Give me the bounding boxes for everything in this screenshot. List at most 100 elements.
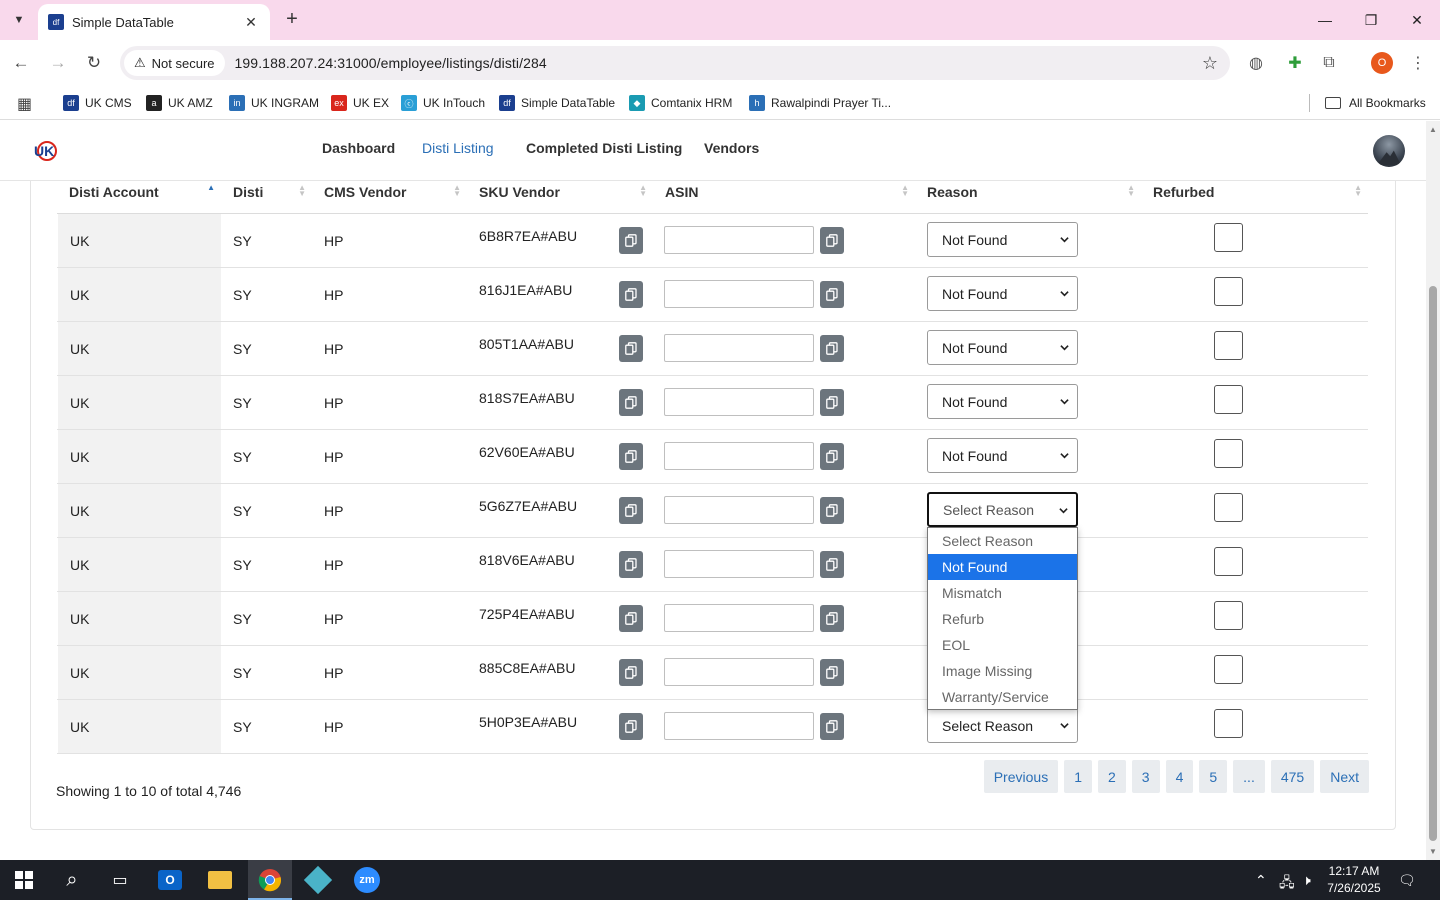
search-icon[interactable]: ⌕ [57, 866, 87, 894]
bookmark-item[interactable]: in UK INGRAM [229, 93, 319, 113]
copy-sku-button[interactable] [619, 227, 643, 254]
copy-asin-button[interactable] [820, 713, 844, 740]
copy-sku-button[interactable] [619, 605, 643, 632]
pagination-page[interactable]: 5 [1199, 760, 1228, 793]
reason-option[interactable]: Warranty/Service [928, 684, 1077, 710]
bookmark-item[interactable]: a UK AMZ [146, 93, 213, 113]
refurbed-checkbox[interactable] [1214, 277, 1243, 306]
new-tab-plus-icon[interactable]: + [280, 8, 304, 32]
forward-arrow-icon[interactable]: → [45, 50, 71, 76]
col-header-refurbed[interactable]: Refurbed ▲ ▼ [1141, 181, 1368, 214]
refurbed-checkbox[interactable] [1214, 547, 1243, 576]
user-avatar[interactable] [1373, 135, 1405, 167]
browser-tab[interactable]: df Simple DataTable ✕ [38, 4, 270, 40]
reload-icon[interactable]: ↻ [81, 50, 107, 76]
url-text[interactable]: 199.188.207.24:31000/employee/listings/d… [235, 55, 547, 71]
refurbed-checkbox[interactable] [1214, 331, 1243, 360]
asin-input[interactable] [664, 442, 814, 470]
reason-select[interactable]: Not Found [927, 384, 1078, 419]
asin-input[interactable] [664, 550, 814, 578]
reason-option[interactable]: Select Reason [928, 528, 1077, 554]
copy-sku-button[interactable] [619, 335, 643, 362]
reason-select[interactable]: Not Found [927, 276, 1078, 311]
network-icon[interactable]: 🖧 [1279, 872, 1295, 896]
reason-option[interactable]: Not Found [928, 554, 1077, 580]
scroll-down-arrow-icon[interactable]: ▼ [1429, 847, 1437, 856]
copy-asin-button[interactable] [820, 389, 844, 416]
zoom-icon[interactable]: zm [352, 866, 382, 894]
back-arrow-icon[interactable]: ← [8, 50, 34, 76]
col-header-asin[interactable]: ASIN ▲ ▼ [653, 181, 915, 214]
apps-grid-icon[interactable]: ▦ [17, 94, 35, 113]
refurbed-checkbox[interactable] [1214, 223, 1243, 252]
system-clock[interactable]: 12:17 AM 7/26/2025 [1322, 863, 1386, 897]
bookmark-item[interactable]: ⓒ UK InTouch [401, 93, 485, 113]
file-explorer-icon[interactable] [205, 866, 235, 894]
scrollbar-thumb[interactable] [1429, 286, 1437, 841]
tab-close-icon[interactable]: ✕ [242, 14, 260, 31]
reason-option[interactable]: Image Missing [928, 658, 1077, 684]
reason-select[interactable]: Not Found [927, 222, 1078, 257]
extensions-puzzle-icon[interactable]: ⧉ [1317, 51, 1341, 75]
col-header-reason[interactable]: Reason ▲ ▼ [915, 181, 1141, 214]
pagination-page[interactable]: 475 [1270, 760, 1315, 793]
copy-asin-button[interactable] [820, 443, 844, 470]
refurbed-checkbox[interactable] [1214, 601, 1243, 630]
extension-puzzle-green-icon[interactable]: ✚ [1283, 51, 1307, 75]
col-header-disti-account[interactable]: Disti Account ▲ [57, 181, 221, 214]
security-indicator[interactable]: ⚠ Not secure [124, 50, 225, 76]
nav-link-completed-disti-listing[interactable]: Completed Disti Listing [526, 140, 682, 156]
copy-sku-button[interactable] [619, 551, 643, 578]
asin-input[interactable] [664, 334, 814, 362]
refurbed-checkbox[interactable] [1214, 493, 1243, 522]
asin-input[interactable] [664, 388, 814, 416]
nav-link-dashboard[interactable]: Dashboard [322, 140, 395, 156]
copy-asin-button[interactable] [820, 659, 844, 686]
remote-desktop-icon[interactable] [303, 865, 333, 895]
volume-muted-icon[interactable]: 🕨 [1302, 872, 1311, 889]
window-close-icon[interactable]: ✕ [1394, 0, 1440, 40]
bookmark-item[interactable]: df UK CMS [63, 93, 132, 113]
copy-sku-button[interactable] [619, 281, 643, 308]
copy-asin-button[interactable] [820, 497, 844, 524]
notifications-icon[interactable]: 🗨 [1398, 872, 1416, 889]
pagination-page[interactable]: 4 [1165, 760, 1194, 793]
windows-start-icon[interactable] [9, 866, 39, 894]
reason-option[interactable]: EOL [928, 632, 1077, 658]
uk-logo-icon[interactable]: UK [32, 138, 58, 164]
tab-search-chevron-icon[interactable]: ▼ [6, 7, 32, 33]
pagination-page[interactable]: 3 [1131, 760, 1160, 793]
asin-input[interactable] [664, 604, 814, 632]
bookmark-item[interactable]: h Rawalpindi Prayer Ti... [749, 93, 891, 113]
copy-sku-button[interactable] [619, 443, 643, 470]
asin-input[interactable] [664, 712, 814, 740]
col-header-sku-vendor[interactable]: SKU Vendor ▲ ▼ [467, 181, 653, 214]
reason-option[interactable]: Mismatch [928, 580, 1077, 606]
tray-chevron-up-icon[interactable]: ⌃ [1255, 872, 1267, 889]
bookmark-item[interactable]: df Simple DataTable [499, 93, 615, 113]
copy-asin-button[interactable] [820, 605, 844, 632]
pagination-next[interactable]: Next [1320, 760, 1369, 793]
copy-asin-button[interactable] [820, 227, 844, 254]
reason-select[interactable]: Select Reason [927, 708, 1078, 743]
reason-select[interactable]: Not Found [927, 438, 1078, 473]
reason-option[interactable]: Refurb [928, 606, 1077, 632]
minimize-icon[interactable]: — [1302, 0, 1348, 40]
col-header-disti[interactable]: Disti ▲ ▼ [221, 181, 312, 214]
asin-input[interactable] [664, 658, 814, 686]
page-scrollbar[interactable]: ▲ ▼ [1426, 121, 1440, 860]
refurbed-checkbox[interactable] [1214, 655, 1243, 684]
copy-asin-button[interactable] [820, 281, 844, 308]
refurbed-checkbox[interactable] [1214, 385, 1243, 414]
col-header-cms-vendor[interactable]: CMS Vendor ▲ ▼ [312, 181, 467, 214]
pagination-previous[interactable]: Previous [983, 760, 1059, 793]
bookmark-star-icon[interactable]: ☆ [1202, 53, 1218, 74]
asin-input[interactable] [664, 496, 814, 524]
address-bar[interactable]: ⚠ Not secure 199.188.207.24:31000/employ… [120, 46, 1230, 80]
refurbed-checkbox[interactable] [1214, 439, 1243, 468]
copy-asin-button[interactable] [820, 335, 844, 362]
copy-sku-button[interactable] [619, 659, 643, 686]
bookmark-item[interactable]: ex UK EX [331, 93, 389, 113]
reason-select[interactable]: Select Reason [927, 492, 1078, 527]
scroll-up-arrow-icon[interactable]: ▲ [1429, 125, 1437, 134]
